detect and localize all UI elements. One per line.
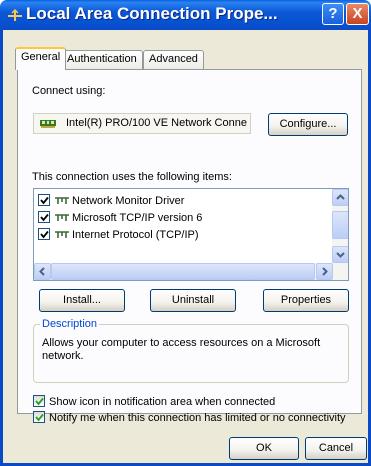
checkmark-icon bbox=[40, 230, 49, 239]
chevron-left-icon bbox=[39, 267, 45, 276]
scroll-down-button[interactable] bbox=[332, 246, 348, 263]
description-title: Description bbox=[40, 318, 100, 330]
cancel-button[interactable]: Cancel bbox=[305, 437, 367, 460]
notify-label: Notify me when this connection has limit… bbox=[49, 412, 346, 424]
notify-option[interactable]: Notify me when this connection has limit… bbox=[33, 411, 346, 424]
horizontal-scrollbar[interactable] bbox=[34, 263, 348, 280]
tab-authentication[interactable]: Authentication bbox=[61, 50, 143, 69]
general-tab-panel: Connect using: Intel(R) PRO/100 VE Netwo… bbox=[17, 69, 362, 424]
vertical-scroll-thumb[interactable] bbox=[332, 211, 348, 239]
window-title: Local Area Connection Prope... bbox=[26, 4, 278, 23]
description-text: Allows your computer to access resources… bbox=[42, 337, 321, 362]
tab-advanced[interactable]: Advanced bbox=[143, 50, 204, 69]
ok-button[interactable]: OK bbox=[229, 437, 299, 460]
title-bar[interactable]: Local Area Connection Prope... ? X bbox=[0, 0, 371, 30]
connect-using-label: Connect using: bbox=[32, 85, 106, 97]
item-label: Internet Protocol (TCP/IP) bbox=[72, 229, 199, 241]
items-list[interactable]: Network Monitor Driver Microsoft TCP/IP … bbox=[33, 188, 349, 281]
description-group: Description Allows your computer to acce… bbox=[33, 318, 349, 383]
install-button[interactable]: Install... bbox=[39, 289, 125, 312]
help-button[interactable]: ? bbox=[322, 3, 344, 25]
chevron-up-icon bbox=[336, 194, 345, 200]
properties-button[interactable]: Properties bbox=[263, 289, 349, 312]
checkmark-icon bbox=[40, 196, 49, 205]
list-item[interactable]: Microsoft TCP/IP version 6 bbox=[38, 211, 202, 225]
item-checkbox[interactable] bbox=[38, 228, 50, 240]
horizontal-scroll-thumb[interactable] bbox=[51, 263, 315, 280]
checkmark-icon bbox=[35, 397, 44, 406]
item-checkbox[interactable] bbox=[38, 194, 50, 206]
network-protocol-icon bbox=[55, 231, 69, 238]
checkmark-icon bbox=[35, 413, 44, 422]
scroll-up-button[interactable] bbox=[332, 189, 348, 206]
items-label: This connection uses the following items… bbox=[32, 171, 232, 183]
scroll-right-button[interactable] bbox=[316, 263, 333, 280]
show-icon-label: Show icon in notification area when conn… bbox=[49, 396, 276, 408]
close-button[interactable]: X bbox=[346, 3, 369, 25]
item-label: Network Monitor Driver bbox=[72, 195, 185, 207]
list-item[interactable]: Network Monitor Driver bbox=[38, 194, 184, 208]
uninstall-button[interactable]: Uninstall bbox=[150, 289, 236, 312]
notify-checkbox[interactable] bbox=[33, 411, 45, 423]
tab-general[interactable]: General bbox=[15, 47, 67, 70]
chevron-right-icon bbox=[322, 267, 328, 276]
item-checkbox[interactable] bbox=[38, 211, 50, 223]
scroll-left-button[interactable] bbox=[34, 263, 51, 280]
network-connection-icon bbox=[8, 8, 22, 21]
chevron-down-icon bbox=[336, 252, 345, 258]
checkmark-icon bbox=[40, 213, 49, 222]
network-adapter-icon bbox=[40, 120, 56, 128]
configure-button[interactable]: Configure... bbox=[268, 113, 348, 136]
show-icon-option[interactable]: Show icon in notification area when conn… bbox=[33, 395, 275, 408]
network-protocol-icon bbox=[55, 214, 69, 221]
adapter-name: Intel(R) PRO/100 VE Network Conne bbox=[66, 117, 247, 129]
network-service-icon bbox=[55, 197, 69, 204]
show-icon-checkbox[interactable] bbox=[33, 395, 45, 407]
list-item[interactable]: Internet Protocol (TCP/IP) bbox=[38, 228, 199, 242]
item-label: Microsoft TCP/IP version 6 bbox=[72, 212, 203, 224]
adapter-field: Intel(R) PRO/100 VE Network Conne bbox=[33, 113, 251, 134]
vertical-scrollbar[interactable] bbox=[332, 189, 348, 263]
dialog-body: General Authentication Advanced Connect … bbox=[0, 30, 371, 466]
